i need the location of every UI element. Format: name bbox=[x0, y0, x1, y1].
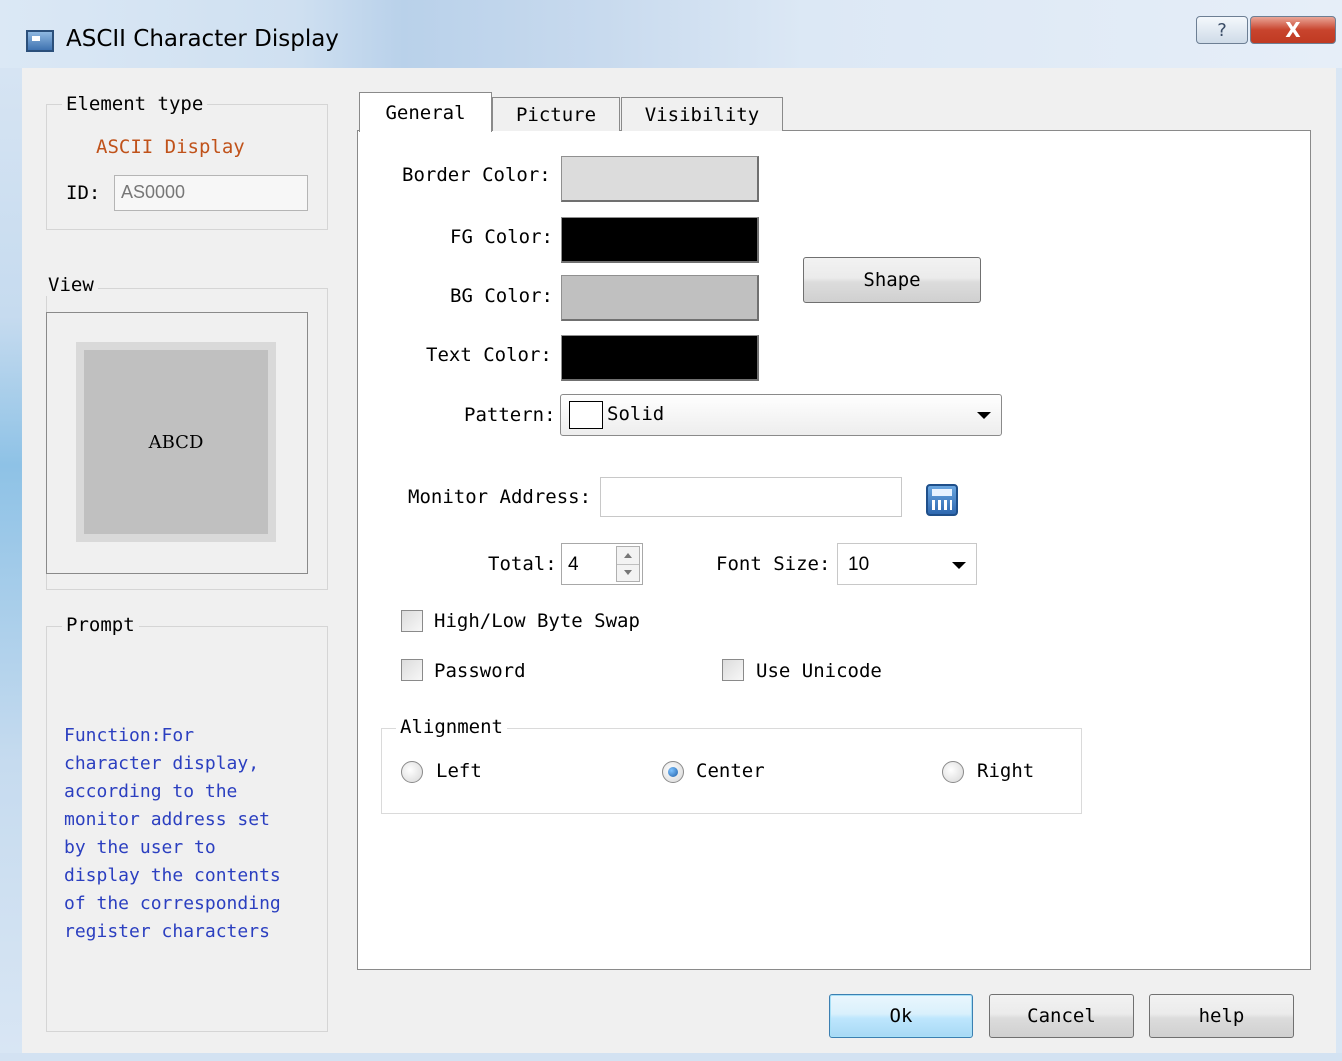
ascii-character-display-dialog: ASCII Character Display ? X Element type… bbox=[0, 0, 1342, 1061]
view-group-label: View bbox=[44, 274, 98, 296]
monitor-address-input[interactable] bbox=[600, 477, 902, 517]
use-unicode-checkbox[interactable] bbox=[722, 659, 744, 681]
help-button[interactable]: help bbox=[1149, 994, 1294, 1038]
font-size-value: 10 bbox=[848, 554, 870, 575]
text-color-swatch[interactable] bbox=[561, 335, 759, 381]
border-color-label: Border Color: bbox=[402, 164, 551, 186]
id-field: AS0000 bbox=[114, 175, 308, 211]
pattern-label: Pattern: bbox=[464, 404, 556, 426]
close-icon: X bbox=[1285, 18, 1301, 42]
tab-visibility[interactable]: Visibility bbox=[621, 97, 783, 131]
alignment-center-radio[interactable] bbox=[662, 761, 684, 783]
element-type-group bbox=[46, 104, 328, 230]
alignment-left-label: Left bbox=[436, 760, 482, 782]
font-size-select[interactable]: 10 bbox=[837, 543, 977, 585]
tab-picture[interactable]: Picture bbox=[492, 97, 620, 131]
tab-general[interactable]: General bbox=[359, 92, 492, 132]
text-color-label: Text Color: bbox=[426, 344, 552, 366]
cancel-button[interactable]: Cancel bbox=[989, 994, 1134, 1038]
pattern-preview-swatch bbox=[569, 401, 603, 429]
monitor-address-label: Monitor Address: bbox=[408, 486, 592, 508]
window-frame-left bbox=[0, 68, 22, 1061]
bg-color-label: BG Color: bbox=[450, 285, 553, 307]
password-checkbox[interactable] bbox=[401, 659, 423, 681]
high-low-swap-checkbox[interactable] bbox=[401, 610, 423, 632]
chevron-down-icon bbox=[952, 562, 966, 569]
help-icon: ? bbox=[1217, 19, 1227, 41]
high-low-swap-label: High/Low Byte Swap bbox=[434, 610, 640, 632]
font-size-label: Font Size: bbox=[716, 553, 831, 575]
alignment-left-radio[interactable] bbox=[401, 761, 423, 783]
shape-button[interactable]: Shape bbox=[803, 257, 981, 303]
bg-color-swatch[interactable] bbox=[561, 275, 759, 321]
alignment-group-label: Alignment bbox=[396, 716, 507, 738]
window-title: ASCII Character Display bbox=[66, 26, 339, 52]
chevron-down-icon bbox=[977, 412, 991, 419]
spin-up-down-icon[interactable] bbox=[616, 546, 640, 582]
password-label: Password bbox=[434, 660, 526, 682]
use-unicode-label: Use Unicode bbox=[756, 660, 882, 682]
window-frame-bottom bbox=[0, 1053, 1342, 1061]
pattern-value: Solid bbox=[607, 403, 665, 425]
element-type-group-label: Element type bbox=[62, 93, 208, 115]
alignment-right-radio[interactable] bbox=[942, 761, 964, 783]
close-button[interactable]: X bbox=[1250, 16, 1336, 44]
prompt-group-label: Prompt bbox=[62, 614, 139, 636]
general-tab-panel bbox=[357, 130, 1311, 970]
total-value: 4 bbox=[568, 554, 579, 575]
fg-color-swatch[interactable] bbox=[561, 217, 759, 263]
preview-display: ABCD bbox=[84, 350, 268, 534]
total-label: Total: bbox=[488, 553, 557, 575]
calculator-icon[interactable] bbox=[926, 484, 958, 516]
alignment-center-label: Center bbox=[696, 760, 765, 782]
element-type-value: ASCII Display bbox=[96, 136, 245, 158]
prompt-text: Function:For character display, accordin… bbox=[64, 725, 281, 942]
total-spinbox[interactable]: 4 bbox=[561, 543, 643, 585]
context-help-button[interactable]: ? bbox=[1196, 16, 1248, 44]
pattern-select[interactable]: Solid bbox=[560, 394, 1002, 436]
alignment-right-label: Right bbox=[977, 760, 1035, 782]
window-icon bbox=[26, 30, 54, 52]
window-frame-right bbox=[1336, 68, 1342, 1061]
fg-color-label: FG Color: bbox=[450, 226, 553, 248]
id-label: ID: bbox=[66, 182, 101, 204]
ok-button[interactable]: Ok bbox=[829, 994, 973, 1038]
border-color-swatch[interactable] bbox=[561, 156, 759, 202]
